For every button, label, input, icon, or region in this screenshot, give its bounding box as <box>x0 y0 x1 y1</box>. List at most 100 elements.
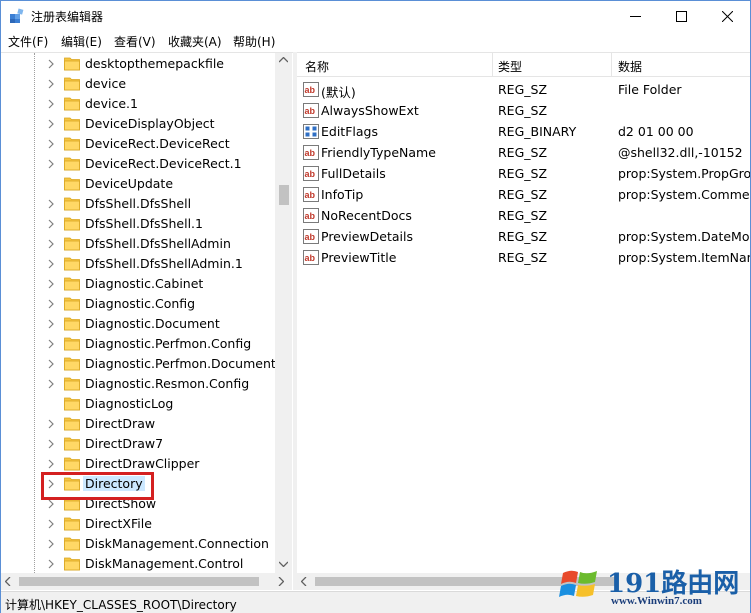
value-row[interactable]: ab NoRecentDocs REG_SZ <box>297 205 750 226</box>
maximize-button[interactable] <box>658 1 704 31</box>
chevron-right-icon[interactable] <box>46 359 56 369</box>
value-row[interactable]: ab (默认) REG_SZ File Folder <box>297 79 750 100</box>
value-row[interactable]: ab PreviewDetails REG_SZ prop:System.DateMo… <box>297 226 750 247</box>
column-separator[interactable] <box>611 53 612 77</box>
chevron-right-icon[interactable] <box>46 239 56 249</box>
chevron-right-icon[interactable] <box>46 439 56 449</box>
chevron-right-icon[interactable] <box>46 119 56 129</box>
tree-item[interactable]: Diagnostic.Perfmon.Document <box>1 354 276 374</box>
chevron-right-icon[interactable] <box>46 559 56 569</box>
chevron-right-icon[interactable] <box>46 139 56 149</box>
chevron-right-icon[interactable] <box>46 539 56 549</box>
tree-item[interactable]: DiagnosticLog <box>1 394 275 414</box>
scroll-left-arrow-icon[interactable] <box>5 577 11 586</box>
folder-icon <box>64 337 80 351</box>
tree-item[interactable]: DirectXFile <box>1 514 275 534</box>
value-type: REG_SZ <box>498 145 548 160</box>
tree-vscroll-thumb[interactable] <box>279 185 289 205</box>
tree-vertical-scrollbar[interactable] <box>275 53 292 573</box>
tree-item[interactable]: DfsShell.DfsShellAdmin <box>1 234 275 254</box>
column-header-data[interactable]: 数据 <box>618 58 642 75</box>
registry-app-icon <box>10 8 24 23</box>
tree-item[interactable]: device <box>1 74 275 94</box>
tree-item[interactable]: device.1 <box>1 94 275 114</box>
value-row[interactable]: ab PreviewTitle REG_SZ prop:System.ItemNam <box>297 247 750 268</box>
tree-item[interactable]: DeviceUpdate <box>1 174 275 194</box>
tree-item[interactable]: Diagnostic.Resmon.Config <box>1 374 275 394</box>
tree-item[interactable]: DirectDraw7 <box>1 434 275 454</box>
value-row[interactable]: ab FriendlyTypeName REG_SZ @shell32.dll,-10… <box>297 142 750 163</box>
tree-item[interactable]: DeviceDisplayObject <box>1 114 275 134</box>
scroll-left-arrow-icon[interactable] <box>301 577 307 586</box>
close-button[interactable] <box>704 1 750 31</box>
chevron-right-icon[interactable] <box>46 499 56 509</box>
tree-item[interactable]: DeviceRect.DeviceRect <box>1 134 275 154</box>
menu-view[interactable]: 查看(V) <box>114 33 156 50</box>
menu-favorites[interactable]: 收藏夹(A) <box>168 33 222 50</box>
tree-horizontal-scrollbar[interactable] <box>1 573 292 590</box>
tree-item[interactable]: DirectDraw <box>1 414 275 434</box>
tree-item[interactable]: Diagnostic.Cabinet <box>1 274 275 294</box>
column-header-name[interactable]: 名称 <box>305 58 329 75</box>
string-value-icon: ab <box>303 145 319 160</box>
values-list-pane[interactable]: 名称 类型 数据 ab (默认) REG_SZ File Folder ab Always… <box>297 52 750 590</box>
minimize-button[interactable] <box>612 1 658 31</box>
title-bar[interactable]: 注册表编辑器 <box>1 1 750 31</box>
annotation-highlight-box <box>41 472 154 500</box>
tree-item[interactable]: Diagnostic.Document <box>1 314 275 334</box>
chevron-right-icon[interactable] <box>46 79 56 89</box>
tree-item[interactable]: DirectDrawClipper <box>1 454 275 474</box>
chevron-right-icon[interactable] <box>46 519 56 529</box>
tree-item-label: DirectDrawClipper <box>85 456 200 471</box>
scroll-down-arrow-icon[interactable] <box>279 561 288 567</box>
value-row[interactable]: ab InfoTip REG_SZ prop:System.Comment <box>297 184 750 205</box>
tree-item[interactable]: DiskManagement.Control <box>1 554 275 574</box>
menu-file[interactable]: 文件(F) <box>8 33 48 50</box>
value-row[interactable]: ab AlwaysShowExt REG_SZ <box>297 100 750 121</box>
chevron-right-icon[interactable] <box>46 99 56 109</box>
chevron-right-icon[interactable] <box>46 379 56 389</box>
tree-item[interactable]: Diagnostic.Perfmon.Config <box>1 334 275 354</box>
tree-item[interactable]: DeviceRect.DeviceRect.1 <box>1 154 275 174</box>
chevron-right-icon[interactable] <box>46 59 56 69</box>
tree-item-label: device <box>85 76 127 91</box>
tree-item-label: Diagnostic.Cabinet <box>85 276 204 291</box>
chevron-right-icon[interactable] <box>46 339 56 349</box>
tree-hscroll-thumb[interactable] <box>19 577 259 586</box>
value-data: prop:System.Comment <box>618 187 750 202</box>
string-value-icon: ab <box>303 166 319 181</box>
chevron-right-icon[interactable] <box>46 419 56 429</box>
tree-item[interactable]: DfsShell.DfsShellAdmin.1 <box>1 254 275 274</box>
scroll-up-arrow-icon[interactable] <box>279 57 288 63</box>
chevron-right-icon[interactable] <box>46 219 56 229</box>
key-tree-pane[interactable]: desktopthemepackfile device device.1 Device… <box>1 52 293 590</box>
chevron-right-icon[interactable] <box>46 459 56 469</box>
tree-item-label: Diagnostic.Config <box>85 296 196 311</box>
tree-item[interactable]: DiskManagement.Connection <box>1 534 275 554</box>
chevron-right-icon[interactable] <box>46 159 56 169</box>
chevron-right-icon[interactable] <box>46 279 56 289</box>
minimize-icon <box>629 15 641 17</box>
column-separator[interactable] <box>492 53 493 77</box>
column-header-type[interactable]: 类型 <box>498 58 522 75</box>
scroll-right-arrow-icon[interactable] <box>278 577 284 586</box>
tree-item[interactable]: desktopthemepackfile <box>1 54 275 74</box>
folder-icon <box>64 317 80 331</box>
tree-item[interactable]: DfsShell.DfsShell <box>1 194 275 214</box>
tree-item[interactable]: Diagnostic.Config <box>1 294 275 314</box>
value-row[interactable]: EditFlags REG_BINARY d2 01 00 00 <box>297 121 750 142</box>
tree-item[interactable]: DfsShell.DfsShell.1 <box>1 214 275 234</box>
value-data: prop:System.ItemNam <box>618 250 750 265</box>
chevron-right-icon[interactable] <box>46 199 56 209</box>
value-data: prop:System.PropGrou <box>618 166 750 181</box>
chevron-right-icon[interactable] <box>46 259 56 269</box>
svg-text:ab: ab <box>305 85 316 95</box>
value-row[interactable]: ab FullDetails REG_SZ prop:System.PropGrou <box>297 163 750 184</box>
value-data: prop:System.DateMod <box>618 229 750 244</box>
menu-edit[interactable]: 编辑(E) <box>61 33 102 50</box>
windows-logo-icon <box>559 570 597 597</box>
chevron-right-icon[interactable] <box>46 319 56 329</box>
chevron-right-icon[interactable] <box>46 299 56 309</box>
menu-help[interactable]: 帮助(H) <box>233 33 275 50</box>
maximize-icon <box>675 10 687 22</box>
